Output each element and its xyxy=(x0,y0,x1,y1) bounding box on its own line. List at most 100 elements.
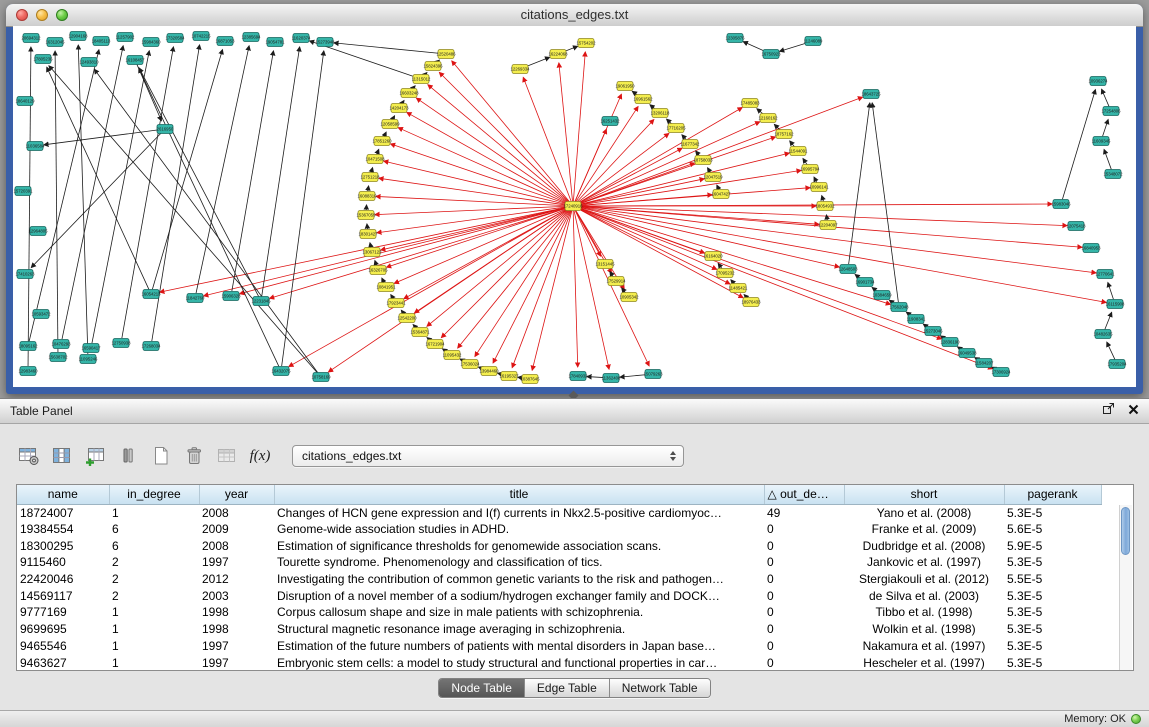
table-cell[interactable]: 5.9E-5 xyxy=(1004,537,1101,554)
table-cell[interactable]: Yano et al. (2008) xyxy=(844,504,1004,521)
table-cell[interactable]: Wolkin et al. (1998) xyxy=(844,621,1004,638)
table-cell[interactable]: 0 xyxy=(764,521,844,538)
table-cell[interactable]: Jankovic et al. (1997) xyxy=(844,554,1004,571)
table-selector-combo[interactable]: citations_edges.txt xyxy=(292,445,684,467)
table-cell[interactable]: 5.3E-5 xyxy=(1004,621,1101,638)
create-column-button[interactable] xyxy=(82,444,108,468)
table-scrollbar[interactable] xyxy=(1119,505,1132,670)
table-cell[interactable]: 14569117 xyxy=(17,587,109,604)
table-cell[interactable]: 5.3E-5 xyxy=(1004,587,1101,604)
table-cell[interactable]: 0 xyxy=(764,554,844,571)
table-cell[interactable]: 5.3E-5 xyxy=(1004,654,1101,671)
table-cell[interactable]: 0 xyxy=(764,537,844,554)
column-header-6[interactable]: pagerank xyxy=(1004,485,1101,504)
table-cell[interactable]: 6 xyxy=(109,521,199,538)
table-cell[interactable]: 1997 xyxy=(199,638,274,655)
new-table-button[interactable] xyxy=(148,444,174,468)
table-cell[interactable]: 1 xyxy=(109,621,199,638)
table-row[interactable]: 1938455462009Genome-wide association stu… xyxy=(17,521,1101,538)
table-cell[interactable]: 1 xyxy=(109,638,199,655)
table-cell[interactable]: Corpus callosum shape and size in male p… xyxy=(274,604,764,621)
table-cell[interactable]: 1 xyxy=(109,604,199,621)
table-cell[interactable]: 5.5E-5 xyxy=(1004,571,1101,588)
zoom-button[interactable] xyxy=(56,9,68,21)
table-cell[interactable]: 2009 xyxy=(199,521,274,538)
close-button[interactable] xyxy=(16,9,28,21)
table-cell[interactable]: Nakamura et al. (1997) xyxy=(844,638,1004,655)
table-cell[interactable]: 9699695 xyxy=(17,621,109,638)
table-cell[interactable]: 2008 xyxy=(199,504,274,521)
table-row[interactable]: 911546021997Tourette syndrome. Phenomeno… xyxy=(17,554,1101,571)
table-cell[interactable]: 0 xyxy=(764,638,844,655)
table-cell[interactable]: 0 xyxy=(764,604,844,621)
delete-table-button[interactable] xyxy=(181,444,207,468)
table-row[interactable]: 977716911998Corpus callosum shape and si… xyxy=(17,604,1101,621)
table-cell[interactable]: 18300295 xyxy=(17,537,109,554)
table-scrollbar-thumb[interactable] xyxy=(1121,507,1130,555)
column-header-4[interactable]: △ out_de… xyxy=(764,485,844,504)
float-panel-icon[interactable] xyxy=(1102,402,1115,420)
table-cell[interactable]: 2 xyxy=(109,554,199,571)
table-cell[interactable]: 5.6E-5 xyxy=(1004,521,1101,538)
table-cell[interactable]: Investigating the contribution of common… xyxy=(274,571,764,588)
table-cell[interactable]: 0 xyxy=(764,571,844,588)
table-cell[interactable]: 1 xyxy=(109,654,199,671)
table-cell[interactable]: Estimation of the future numbers of pati… xyxy=(274,638,764,655)
table-cell[interactable]: 49 xyxy=(764,504,844,521)
table-cell[interactable]: 6 xyxy=(109,537,199,554)
row-options-button[interactable] xyxy=(115,444,141,468)
show-columns-button[interactable] xyxy=(49,444,75,468)
minimize-button[interactable] xyxy=(36,9,48,21)
table-row[interactable]: 1872400712008Changes of HCN gene express… xyxy=(17,504,1101,521)
table-cell[interactable]: Franke et al. (2009) xyxy=(844,521,1004,538)
table-cell[interactable]: 5.3E-5 xyxy=(1004,604,1101,621)
table-cell[interactable]: 1997 xyxy=(199,554,274,571)
table-cell[interactable]: 1 xyxy=(109,504,199,521)
table-cell[interactable]: 9777169 xyxy=(17,604,109,621)
tab-edge-table[interactable]: Edge Table xyxy=(525,679,610,697)
table-cell[interactable]: Tourette syndrome. Phenomenology and cla… xyxy=(274,554,764,571)
table-cell[interactable]: 5.3E-5 xyxy=(1004,638,1101,655)
tab-network-table[interactable]: Network Table xyxy=(610,679,710,697)
table-cell[interactable]: 2 xyxy=(109,571,199,588)
table-cell[interactable]: 1997 xyxy=(199,654,274,671)
table-row[interactable]: 2242004622012Investigating the contribut… xyxy=(17,571,1101,588)
table-cell[interactable]: 0 xyxy=(764,587,844,604)
close-panel-icon[interactable] xyxy=(1128,402,1139,420)
table-row[interactable]: 946362711997Embryonic stem cells: a mode… xyxy=(17,654,1101,671)
table-cell[interactable]: Embryonic stem cells: a model to study s… xyxy=(274,654,764,671)
table-cell[interactable]: Disruption of a novel member of a sodium… xyxy=(274,587,764,604)
function-builder-button[interactable]: f(x) xyxy=(247,444,273,468)
table-options-button[interactable] xyxy=(16,444,42,468)
table-row[interactable]: 969969511998Structural magnetic resonanc… xyxy=(17,621,1101,638)
table-cell[interactable]: Genome-wide association studies in ADHD. xyxy=(274,521,764,538)
table-cell[interactable]: 2 xyxy=(109,587,199,604)
import-table-button-disabled[interactable] xyxy=(214,444,240,468)
table-cell[interactable]: 5.3E-5 xyxy=(1004,504,1101,521)
table-cell[interactable]: 5.3E-5 xyxy=(1004,554,1101,571)
table-row[interactable]: 1830029562008Estimation of significance … xyxy=(17,537,1101,554)
table-cell[interactable]: Structural magnetic resonance image aver… xyxy=(274,621,764,638)
table-cell[interactable]: 19384554 xyxy=(17,521,109,538)
table-cell[interactable]: 1998 xyxy=(199,621,274,638)
table-cell[interactable]: 9463627 xyxy=(17,654,109,671)
table-cell[interactable]: 9465546 xyxy=(17,638,109,655)
table-cell[interactable]: 22420046 xyxy=(17,571,109,588)
table-cell[interactable]: Changes of HCN gene expression and I(f) … xyxy=(274,504,764,521)
table-cell[interactable]: 9115460 xyxy=(17,554,109,571)
table-cell[interactable]: 0 xyxy=(764,654,844,671)
table-cell[interactable]: 2008 xyxy=(199,537,274,554)
table-cell[interactable]: de Silva et al. (2003) xyxy=(844,587,1004,604)
tab-node-table[interactable]: Node Table xyxy=(439,679,525,697)
table-cell[interactable]: Estimation of significance thresholds fo… xyxy=(274,537,764,554)
table-cell[interactable]: 0 xyxy=(764,621,844,638)
table-cell[interactable]: Tibbo et al. (1998) xyxy=(844,604,1004,621)
table-cell[interactable]: Dudbridge et al. (2008) xyxy=(844,537,1004,554)
column-header-0[interactable]: name xyxy=(17,485,109,504)
column-header-3[interactable]: title xyxy=(274,485,764,504)
table-row[interactable]: 946554611997Estimation of the future num… xyxy=(17,638,1101,655)
table-cell[interactable]: Stergiakouli et al. (2012) xyxy=(844,571,1004,588)
table-cell[interactable]: 1998 xyxy=(199,604,274,621)
column-header-2[interactable]: year xyxy=(199,485,274,504)
column-header-1[interactable]: in_degree xyxy=(109,485,199,504)
